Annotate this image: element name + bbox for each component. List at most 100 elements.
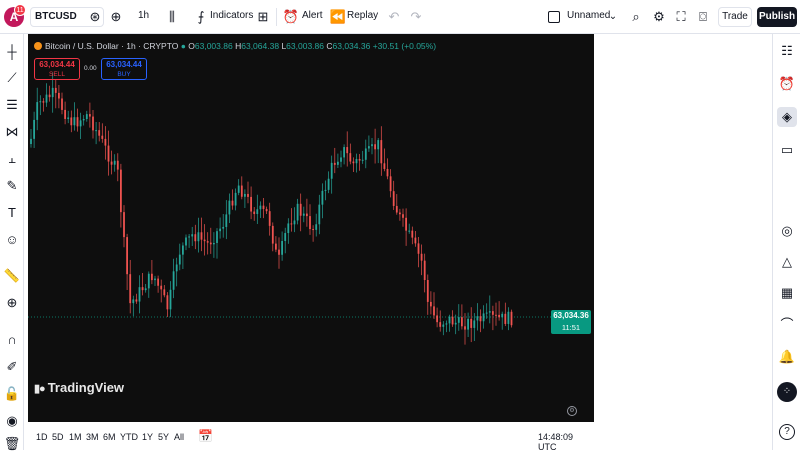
range-1d[interactable]: 1D: [36, 432, 48, 442]
candle-body: [206, 241, 209, 243]
publish-button[interactable]: Publish: [757, 7, 797, 27]
utc-clock[interactable]: 14:48:09 UTC: [538, 432, 594, 452]
chevron-down-icon[interactable]: ⌄: [604, 8, 622, 26]
tradingview-logo[interactable]: ▮● TradingView: [34, 380, 124, 395]
buy-button[interactable]: 63,034.44 BUY: [101, 58, 147, 80]
eye-icon[interactable]: ◉: [2, 411, 22, 431]
goto-date-icon[interactable]: 📅: [198, 429, 213, 443]
last-price: 63,034.36: [553, 311, 589, 320]
candle-body: [104, 138, 107, 146]
camera-icon[interactable]: ⌼: [694, 8, 712, 26]
sell-button[interactable]: 63,034.44 SELL: [34, 58, 80, 80]
layers-icon[interactable]: ◈: [777, 107, 797, 127]
range-3m[interactable]: 3M: [86, 432, 99, 442]
candle-body: [464, 326, 466, 330]
ruler-icon[interactable]: 📏: [2, 266, 22, 286]
text-icon[interactable]: T: [2, 203, 22, 223]
trade-button[interactable]: Trade: [718, 7, 752, 27]
symbol-title: Bitcoin / U.S. Dollar · 1h · CRYPTO: [45, 41, 179, 51]
candle-body: [293, 220, 296, 225]
candle-body: [163, 289, 166, 296]
candle-body: [281, 241, 283, 255]
alert-button[interactable]: Alert: [302, 10, 323, 21]
dots-icon[interactable]: ⁘: [777, 382, 797, 402]
range-5d[interactable]: 5D: [52, 432, 64, 442]
range-6m[interactable]: 6M: [103, 432, 116, 442]
fib-icon[interactable]: ☰: [2, 95, 22, 115]
chat-icon[interactable]: ▭: [777, 140, 797, 160]
candle-body: [178, 254, 181, 265]
candle-body: [79, 120, 82, 127]
range-1y[interactable]: 1Y: [142, 432, 153, 442]
projection-icon[interactable]: ⫠: [2, 149, 22, 169]
side-panel: [598, 34, 772, 450]
alert-icon[interactable]: ⏰: [282, 8, 300, 26]
magnet-icon[interactable]: ∩: [2, 330, 22, 350]
add-symbol-icon[interactable]: ⊕: [107, 8, 125, 26]
lock-icon[interactable]: 🔓: [2, 384, 22, 404]
zoom-icon[interactable]: ⊕: [2, 293, 22, 313]
range-1m[interactable]: 1M: [69, 432, 82, 442]
candle-body: [234, 192, 237, 206]
lock-draw-icon[interactable]: ✐: [2, 357, 22, 377]
replay-icon[interactable]: ⏪: [329, 8, 347, 26]
candle-body: [433, 306, 435, 316]
candle-body: [321, 190, 324, 205]
broadcast-icon[interactable]: ⌒: [777, 315, 797, 335]
emoji-icon[interactable]: ☺: [2, 230, 22, 250]
calendar-icon[interactable]: ▦: [777, 283, 797, 303]
indicators-button[interactable]: Indicators: [210, 10, 253, 21]
trendline-icon[interactable]: ⟋: [2, 68, 22, 88]
range-5y[interactable]: 5Y: [158, 432, 169, 442]
candle-body: [439, 322, 442, 327]
candle-body: [340, 157, 342, 162]
candle-body: [185, 237, 187, 246]
trash-icon[interactable]: 🗑: [2, 434, 22, 454]
templates-icon[interactable]: ⊞: [254, 8, 272, 26]
ideas-icon[interactable]: △: [777, 252, 797, 272]
candle-body: [296, 203, 299, 221]
candle-body: [309, 216, 311, 230]
candle-body: [361, 159, 364, 161]
layout-checkbox[interactable]: [548, 11, 560, 23]
high-value: 63,064.38: [241, 41, 280, 51]
range-all[interactable]: All: [174, 432, 184, 442]
crosshair-icon[interactable]: ┼: [2, 42, 22, 62]
candle-body: [36, 102, 39, 120]
candle-body: [157, 278, 159, 286]
candle-body: [135, 299, 138, 302]
candle-body: [197, 232, 200, 242]
range-ytd[interactable]: YTD: [120, 432, 138, 442]
candle-body: [85, 114, 88, 120]
interval-selector[interactable]: 1h: [138, 10, 149, 21]
replay-button[interactable]: Replay: [347, 10, 378, 21]
candle-type-icon[interactable]: ⫼: [163, 8, 181, 26]
candle-body: [268, 211, 271, 226]
brush-icon[interactable]: ✎: [2, 176, 22, 196]
undo-icon[interactable]: ↶: [385, 8, 403, 26]
candle-body: [33, 119, 35, 139]
pattern-icon[interactable]: ⋈: [2, 122, 22, 142]
candle-body: [42, 101, 45, 103]
candle-body: [67, 117, 70, 119]
candle-body: [467, 318, 469, 330]
indicators-icon[interactable]: ⨍: [192, 8, 210, 26]
chart-settings-icon[interactable]: ⚙: [567, 406, 577, 416]
candle-body: [216, 231, 218, 243]
fullscreen-icon[interactable]: ⛶: [672, 8, 690, 26]
candle-body: [485, 312, 488, 314]
redo-icon[interactable]: ↷: [407, 8, 425, 26]
help-icon[interactable]: ?: [779, 424, 795, 440]
target-icon[interactable]: ◎: [777, 221, 797, 241]
compare-dropdown-icon[interactable]: ⊛: [86, 8, 104, 26]
bell-icon[interactable]: 🔔: [777, 347, 797, 367]
candle-body: [141, 287, 144, 291]
chart-pane[interactable]: Bitcoin / U.S. Dollar · 1h · CRYPTO ● O6…: [28, 34, 594, 422]
watchlist-icon[interactable]: ☷: [777, 41, 797, 61]
quick-search-icon[interactable]: ⌕: [627, 8, 645, 26]
candle-body: [315, 224, 318, 230]
candle-body: [237, 185, 240, 193]
settings-gear-icon[interactable]: ⚙: [650, 8, 668, 26]
alarm-icon[interactable]: ⏰: [777, 74, 797, 94]
candle-body: [278, 249, 280, 255]
